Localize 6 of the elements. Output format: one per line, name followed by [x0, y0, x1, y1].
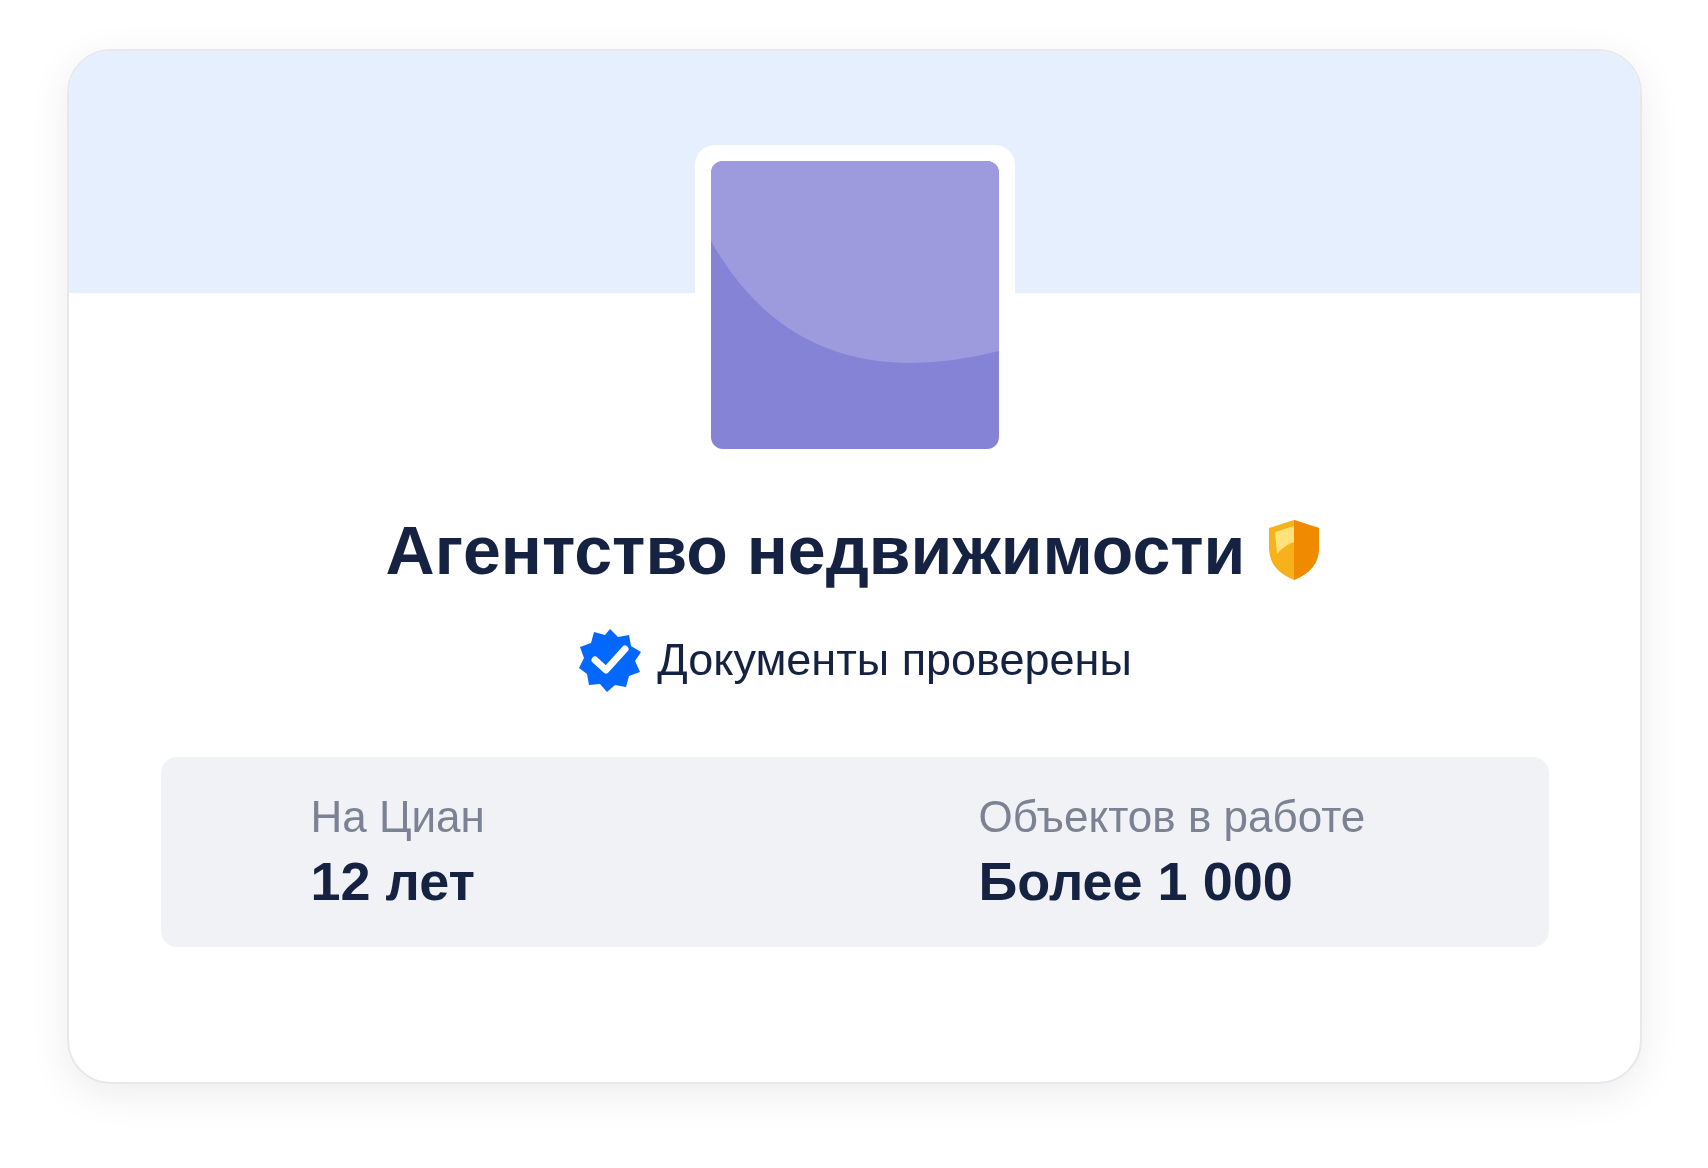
stat-label: Объектов в работе [978, 792, 1367, 842]
agency-name: Агентство недвижимости [385, 511, 1246, 589]
verification-status: Документы проверены [657, 634, 1132, 686]
stat-label: На Циан [310, 792, 486, 842]
stat-value: 12 лет [310, 850, 476, 912]
stat-value: Более 1 000 [978, 850, 1294, 912]
